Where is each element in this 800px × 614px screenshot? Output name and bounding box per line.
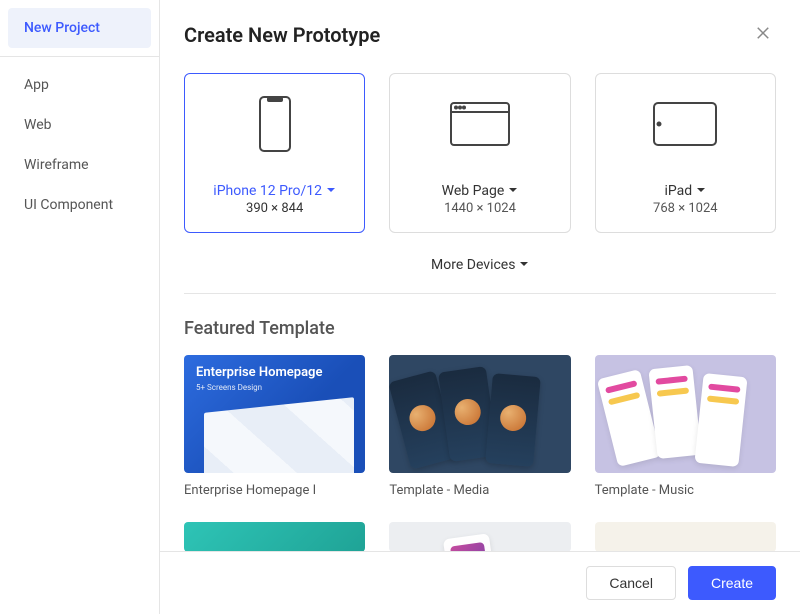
device-card-web[interactable]: Web Page 1440 × 1024 (389, 73, 570, 233)
browser-icon (450, 94, 510, 154)
template-label: Template - Music (595, 483, 776, 498)
new-project-dialog: New Project App Web Wireframe UI Compone… (0, 0, 800, 614)
template-thumb (595, 522, 776, 552)
sidebar-item-wireframe[interactable]: Wireframe (8, 145, 151, 185)
template-thumb (595, 355, 776, 473)
caret-down-icon (508, 183, 518, 199)
template-card-music[interactable]: Template - Music (595, 355, 776, 498)
template-thumb: Enterprise Homepage 5+ Screens Design (184, 355, 365, 473)
dialog-title: Create New Prototype (184, 23, 380, 47)
caret-down-icon (519, 257, 529, 273)
device-card-iphone[interactable]: iPhone 12 Pro/12 390 × 844 (184, 73, 365, 233)
phone-icon (259, 94, 291, 154)
divider (184, 293, 776, 294)
caret-down-icon (696, 183, 706, 199)
sidebar-item-ui-component[interactable]: UI Component (8, 185, 151, 225)
template-card-enterprise[interactable]: Enterprise Homepage 5+ Screens Design En… (184, 355, 365, 498)
device-row: iPhone 12 Pro/12 390 × 844 Web Page 1440… (184, 73, 776, 233)
template-thumb (184, 522, 365, 552)
dialog-footer: Cancel Create (160, 551, 800, 614)
templates-title: Featured Template (184, 318, 776, 339)
template-thumb (389, 355, 570, 473)
device-dims: 390 × 844 (213, 201, 336, 216)
tablet-icon (653, 94, 717, 154)
sidebar-divider (0, 56, 159, 57)
device-card-ipad[interactable]: iPad 768 × 1024 (595, 73, 776, 233)
cancel-button[interactable]: Cancel (586, 566, 676, 600)
device-dims: 1440 × 1024 (442, 201, 519, 216)
device-name: Web Page (442, 183, 505, 199)
template-label: Enterprise Homepage I (184, 483, 365, 498)
template-thumb (389, 522, 570, 552)
caret-down-icon (326, 183, 336, 199)
device-name: iPad (664, 183, 692, 199)
template-label: Template - Media (389, 483, 570, 498)
device-dims: 768 × 1024 (653, 201, 718, 216)
main-content: Create New Prototype iPhone 12 Pro/12 39… (160, 0, 800, 614)
thumb-title: Enterprise Homepage (196, 365, 322, 380)
more-devices-button[interactable]: More Devices (184, 249, 776, 293)
sidebar-item-app[interactable]: App (8, 65, 151, 105)
more-devices-label: More Devices (431, 257, 515, 273)
close-button[interactable] (750, 20, 776, 49)
template-grid: Enterprise Homepage 5+ Screens Design En… (184, 355, 776, 498)
template-card-media[interactable]: Template - Media (389, 355, 570, 498)
sidebar-item-new-project[interactable]: New Project (8, 8, 151, 48)
create-button[interactable]: Create (688, 566, 776, 600)
thumb-subtitle: 5+ Screens Design (196, 383, 262, 392)
sidebar: New Project App Web Wireframe UI Compone… (0, 0, 160, 614)
dialog-header: Create New Prototype (184, 20, 776, 49)
sidebar-item-web[interactable]: Web (8, 105, 151, 145)
close-icon (754, 30, 772, 45)
device-name: iPhone 12 Pro/12 (213, 183, 322, 199)
